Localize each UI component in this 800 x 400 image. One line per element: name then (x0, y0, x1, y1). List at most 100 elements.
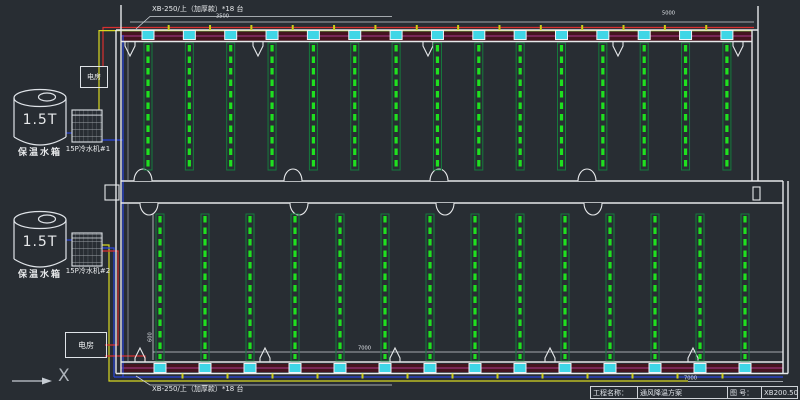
building-walls (116, 5, 788, 374)
chiller-unit-2 (72, 233, 102, 266)
wall-tick (632, 374, 634, 379)
dim-bottom-right: 7000 (684, 376, 697, 382)
tank-lid-icon (39, 215, 56, 223)
door-break-icon (733, 42, 743, 56)
fan-unit (638, 31, 650, 40)
tank-top (14, 90, 66, 107)
wall-tick (374, 25, 376, 30)
door-break-icon (135, 348, 145, 362)
titleblock-number-label: 图 号： (727, 387, 761, 398)
power-wire-red-bottom (105, 356, 145, 362)
fan-unit (244, 364, 256, 373)
chiller2-label: 15P冷水机#2 (50, 268, 126, 276)
wall-tick (677, 374, 679, 379)
fan-unit (379, 364, 391, 373)
power-room-top: 电房 (80, 66, 108, 88)
fan-unit (559, 364, 571, 373)
chiller1-label: 15P冷水机#1 (50, 146, 126, 154)
wall-tick (457, 25, 459, 30)
fan-unit (424, 364, 436, 373)
fan-unit (266, 31, 278, 40)
wall-tick (250, 25, 252, 30)
corridor-left-connector (105, 185, 119, 200)
dimension-lines (130, 22, 783, 382)
wall-tick (362, 374, 364, 379)
fan-unit (514, 364, 526, 373)
corridor-door-icon (436, 203, 454, 215)
cad-canvas[interactable]: XB-250/上（加厚款）*18 台 XB-250/上（加厚款）*18 台 电房… (0, 0, 800, 400)
wall-tick (664, 25, 666, 30)
ucs-axis (12, 378, 52, 385)
dim-left-vertical: 600 (148, 332, 154, 342)
wall-tick (209, 25, 211, 30)
fan-unit (349, 31, 361, 40)
wall-tick (498, 25, 500, 30)
power-room-bottom-label: 电房 (78, 340, 94, 351)
dim-bottom-mid: 7000 (358, 346, 371, 352)
wire-yellow-top (99, 31, 752, 110)
wall-tick (722, 374, 724, 379)
door-break-icon (253, 42, 263, 56)
tank2-capacity: 1.5T (14, 235, 66, 250)
corridor-doors (105, 169, 760, 215)
fan-unit (739, 364, 751, 373)
corridor-door-icon (578, 169, 596, 181)
corridor-door-icon (134, 169, 152, 181)
wall-tick (542, 374, 544, 379)
corridor-door-icon (430, 169, 448, 181)
bottom-wall-yellow-ticks (182, 374, 724, 379)
wall-tick (272, 374, 274, 379)
wall-tick (587, 374, 589, 379)
titleblock-project-value: 通风降温方案 (637, 387, 727, 398)
wall-tick (540, 25, 542, 30)
corridor-right-door (753, 187, 760, 200)
fan-unit (469, 364, 481, 373)
tank-top (14, 212, 66, 229)
titleblock-number-value: XB200.50 (761, 387, 797, 398)
wall-tick (227, 374, 229, 379)
door-break-icon (260, 348, 270, 362)
tank-bottom (14, 259, 66, 267)
corridor-door-icon (290, 203, 308, 215)
corridor-door-icon (140, 203, 158, 215)
tank-bottom (14, 137, 66, 145)
wall-tick (416, 25, 418, 30)
wire-yellow-bottom-run (102, 245, 688, 381)
top-fan-row-label: XB-250/上（加厚款）*18 台 (152, 6, 243, 14)
ucs-x-label: X (58, 366, 70, 386)
fan-unit (183, 31, 195, 40)
fan-unit (604, 364, 616, 373)
bottom-hall-ducts (156, 214, 749, 361)
corridor-door-icon (584, 203, 602, 215)
wall-tick (623, 25, 625, 30)
fan-unit (597, 31, 609, 40)
top-wall-fans (142, 31, 733, 40)
fan-unit (334, 364, 346, 373)
bottom-fan-row-label: XB-250/上（加厚款）*18 台 (152, 386, 243, 394)
fan-unit (680, 31, 692, 40)
wall-tick (581, 25, 583, 30)
fan-unit (390, 31, 402, 40)
fan-unit (289, 364, 301, 373)
wall-tick (168, 25, 170, 30)
pipe-wire-runs (66, 28, 783, 382)
fan-unit (556, 31, 568, 40)
x-axis-arrow-icon (42, 378, 52, 385)
wall-hatch-bands (121, 32, 783, 372)
fan-unit (142, 31, 154, 40)
wall-tick (452, 374, 454, 379)
top-hall-ducts (144, 43, 731, 170)
fan-unit (514, 31, 526, 40)
fan-unit (649, 364, 661, 373)
plan-drawing (0, 0, 800, 400)
tank1-capacity: 1.5T (14, 113, 66, 128)
wall-tick (333, 25, 335, 30)
title-block: 工程名称： 通风降温方案 图 号： XB200.50 (590, 386, 798, 399)
fan-unit (307, 31, 319, 40)
corridor-door-icon (284, 169, 302, 181)
titleblock-project-label: 工程名称： (591, 387, 637, 398)
wall-tick (182, 374, 184, 379)
chiller-unit-1 (72, 110, 102, 142)
wall-tick (705, 25, 707, 30)
power-room-top-label: 电房 (87, 72, 101, 82)
